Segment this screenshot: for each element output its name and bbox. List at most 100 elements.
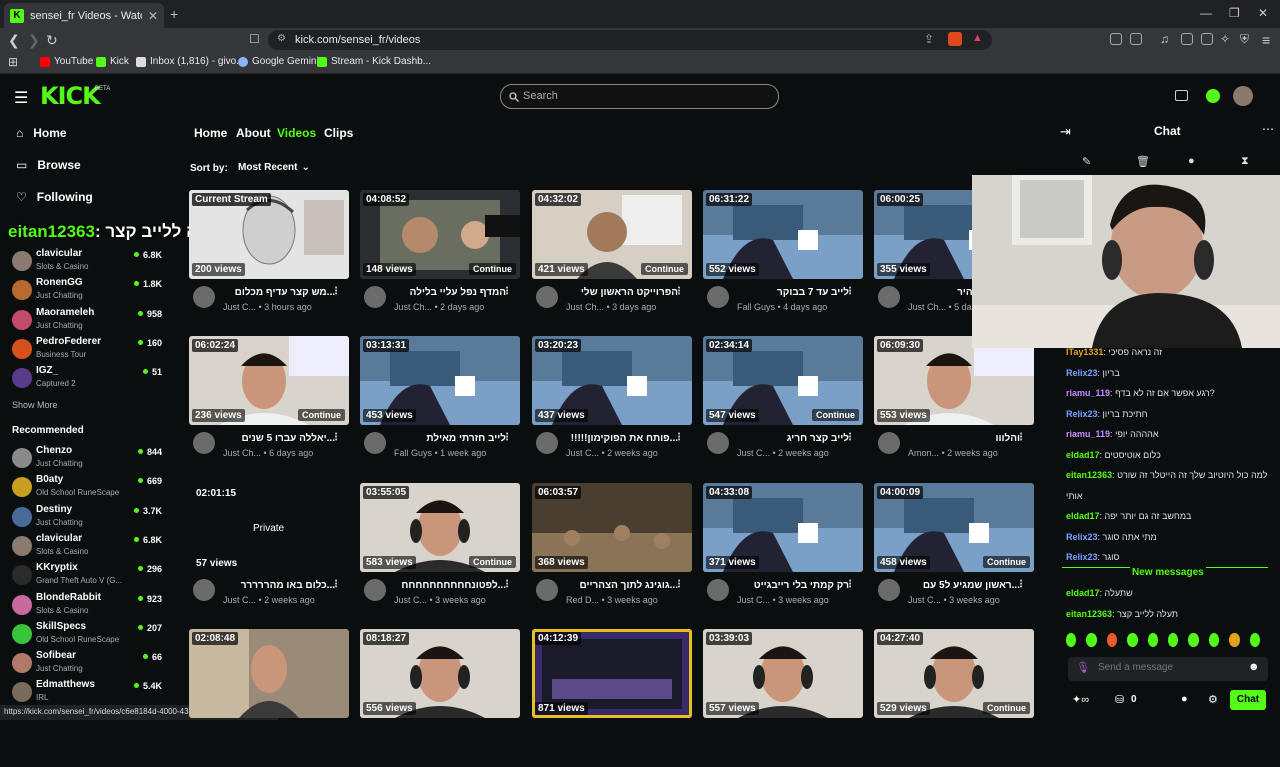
video-thumbnail[interactable]: 02:34:14 547 views Continue (703, 336, 863, 425)
video-card[interactable]: 02:34:14 547 views Continue לייב קצר חריג Ju… (703, 336, 863, 474)
video-title[interactable]: ...לפטונחחחחחחחחחח (394, 580, 506, 591)
chat-username[interactable]: eldad17 (1066, 450, 1100, 460)
bookmark-kick[interactable]: Kick (96, 56, 129, 67)
kicks-icon[interactable]: ⛁ (1115, 693, 1124, 706)
emoji-icon[interactable]: ☻ (1248, 661, 1260, 673)
video-category[interactable]: Just C... (223, 302, 256, 312)
video-thumbnail[interactable]: 03:39:03 557 views (703, 629, 863, 718)
nav-following[interactable]: ♡ Following (16, 190, 93, 204)
url-field[interactable]: ⚙ kick.com/sensei_fr/videos ⇪ ▲ (268, 30, 992, 50)
channel-avatar[interactable] (707, 432, 729, 454)
channel-avatar[interactable] (193, 579, 215, 601)
wallet-icon[interactable] (1201, 33, 1213, 45)
chat-username[interactable]: eldad17 (1066, 588, 1100, 598)
emote-icon[interactable] (1188, 633, 1199, 647)
site-info-icon[interactable]: ⚙ (277, 33, 286, 44)
continue-badge[interactable]: Continue (469, 263, 516, 275)
sidebar-channel[interactable]: Edmatthews IRL 5.4K (12, 678, 162, 706)
video-thumbnail[interactable]: 06:02:24 236 views Continue (189, 336, 349, 425)
video-category[interactable]: Just Ch... (566, 302, 604, 312)
channel-avatar[interactable] (878, 432, 900, 454)
video-options-icon[interactable]: ⋮ (1016, 432, 1026, 443)
video-thumbnail[interactable]: 03:20:23 437 views (532, 336, 692, 425)
tab-clips[interactable]: Clips (324, 126, 353, 140)
chat-username[interactable]: riamu_119 (1066, 429, 1110, 439)
tab-about[interactable]: About (236, 126, 271, 140)
video-title[interactable]: המדף נפל עליי בלילה (394, 287, 506, 298)
video-card[interactable]: Current Stream 200 views ...מש קצר עדיף מכ… (189, 190, 349, 328)
continue-badge[interactable]: Continue (641, 263, 688, 275)
video-thumbnail[interactable]: 06:31:22 552 views (703, 190, 863, 279)
chat-username[interactable]: ITay1331 (1066, 347, 1103, 357)
video-card[interactable]: 06:09:30 553 views והלווו Amon... • 2 weeks… (874, 336, 1034, 474)
sidebar-channel[interactable]: Maorameleh Just Chatting 958 (12, 306, 162, 334)
channel-avatar[interactable] (364, 432, 386, 454)
sidebar-channel[interactable]: PedroFederer Business Tour 160 (12, 335, 162, 363)
emote-icon[interactable] (1208, 633, 1220, 647)
video-category[interactable]: Just C... (566, 448, 599, 458)
bookmark-icon[interactable]: ☐ (249, 32, 260, 46)
browser-tab[interactable]: K sensei_fr Videos - Watch On-De ✕ (4, 3, 164, 28)
video-thumbnail[interactable]: Current Stream 200 views (189, 190, 349, 279)
sidebar-channel[interactable]: B0aty Old School RuneScape 669 (12, 473, 162, 501)
sidebar-channel[interactable]: BlondeRabbit Slots & Casino 923 (12, 591, 162, 619)
video-title[interactable]: והלווו (908, 433, 1020, 444)
video-options-icon[interactable]: ⋮ (674, 286, 684, 297)
chat-input-box[interactable]: 🎙 ☻ (1068, 657, 1268, 681)
continue-badge[interactable]: Continue (983, 556, 1030, 568)
vpn-icon[interactable]: ⛨ (1240, 32, 1249, 47)
emote-icon[interactable] (1229, 633, 1240, 647)
video-options-icon[interactable]: ⋮ (331, 432, 341, 443)
video-thumbnail[interactable]: 04:32:02 421 views Continue (532, 190, 692, 279)
video-options-icon[interactable]: ⋮ (502, 432, 512, 443)
continue-badge[interactable]: Continue (983, 702, 1030, 714)
user-avatar[interactable] (1233, 86, 1253, 106)
back-icon[interactable]: ❮ (8, 32, 20, 49)
video-category[interactable]: Just C... (737, 595, 770, 605)
video-card[interactable]: 08:18:27 556 views (360, 629, 520, 767)
continue-badge[interactable]: Continue (812, 409, 859, 421)
video-options-icon[interactable]: ⋮ (674, 432, 684, 443)
continue-badge[interactable]: Continue (298, 409, 345, 421)
close-window-icon[interactable]: ✕ (1258, 6, 1268, 20)
video-thumbnail[interactable]: 08:18:27 556 views (360, 629, 520, 718)
video-options-icon[interactable]: ⋮ (845, 579, 855, 590)
emote-icon[interactable] (1086, 633, 1097, 647)
video-options-icon[interactable]: ⋮ (845, 432, 855, 443)
video-title[interactable]: לייב קצר חריג (737, 433, 849, 444)
video-card[interactable]: 06:03:57 368 views ...גוגינג לתוך הצהריים R… (532, 483, 692, 621)
video-card[interactable]: 04:00:09 458 views Continue ...ראשון שמגיע … (874, 483, 1034, 621)
music-icon[interactable]: ♫ (1160, 32, 1169, 46)
bookmark-youtube[interactable]: YouTube (40, 56, 93, 67)
sidebar-icon[interactable] (1181, 33, 1193, 45)
bookmark-kick-dashboard[interactable]: Stream - Kick Dashb... (317, 56, 431, 67)
video-options-icon[interactable]: ⋮ (331, 579, 341, 590)
video-title[interactable]: רק קמתי בלי רייבגייט (737, 580, 849, 591)
video-options-icon[interactable]: ⋮ (331, 286, 341, 297)
video-category[interactable]: Fall Guys (737, 302, 775, 312)
mod-hammer-icon[interactable]: ✎ (1082, 155, 1091, 168)
sort-dropdown[interactable]: Most Recent ⌄ (232, 158, 316, 178)
video-thumbnail[interactable]: 04:27:40 529 views Continue (874, 629, 1034, 718)
video-options-icon[interactable]: ⋮ (502, 579, 512, 590)
timer-icon[interactable]: ⧗ (1241, 155, 1249, 168)
video-title[interactable]: ...ראשון שמגיע ל5 עם (908, 580, 1020, 591)
video-thumbnail[interactable]: 04:08:52 148 views Continue (360, 190, 520, 279)
sidebar-channel[interactable]: Sofibear Just Chatting 66 (12, 649, 162, 677)
sidebar-channel[interactable]: Chenzo Just Chatting 844 (12, 444, 162, 472)
chat-settings-icon[interactable]: ⚙ (1208, 693, 1218, 706)
channel-avatar[interactable] (536, 286, 558, 308)
reload-icon[interactable]: ↻ (46, 32, 58, 49)
video-category[interactable]: Just Ch... (908, 302, 946, 312)
video-card[interactable]: 04:08:52 148 views Continue המדף נפל עליי ב… (360, 190, 520, 328)
extension-icon[interactable] (1110, 33, 1122, 45)
sidebar-channel[interactable]: KKryptix Grand Theft Auto V (G... 296 (12, 561, 162, 589)
emote-icon[interactable] (1127, 633, 1138, 647)
video-thumbnail[interactable]: 02:08:48 (189, 629, 349, 718)
sidebar-channel[interactable]: clavicular Slots & Casino 6.8K (12, 247, 162, 275)
emote-icon[interactable] (1066, 633, 1077, 647)
nav-browse[interactable]: ▭ Browse (16, 158, 81, 172)
video-thumbnail[interactable]: 06:03:57 368 views (532, 483, 692, 572)
video-title[interactable]: ...מש קצר עדיף מכלום (223, 287, 335, 298)
tab-home[interactable]: Home (194, 126, 227, 140)
